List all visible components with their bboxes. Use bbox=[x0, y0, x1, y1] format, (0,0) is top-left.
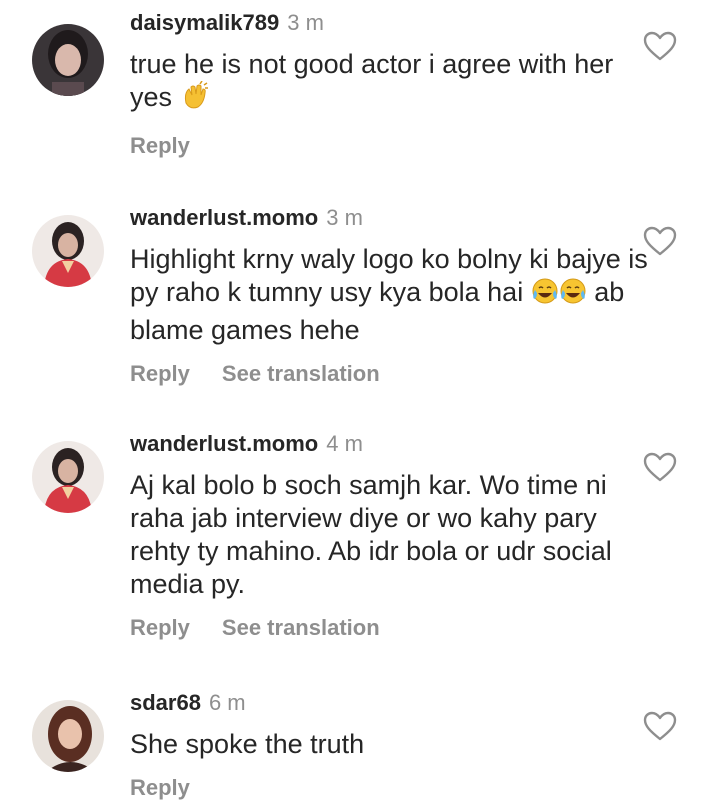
heart-outline-icon[interactable] bbox=[642, 225, 678, 257]
username[interactable]: daisymalik789 bbox=[130, 10, 279, 35]
timestamp: 6 m bbox=[208, 690, 246, 715]
username[interactable]: sdar68 bbox=[130, 690, 201, 715]
comment-text: She spoke the truth bbox=[130, 728, 650, 761]
comment-actions: Reply bbox=[130, 775, 650, 801]
username[interactable]: wanderlust.momo bbox=[130, 205, 318, 230]
comment-text-part: Aj kal bolo b soch samjh kar. Wo time ni… bbox=[130, 470, 612, 599]
comment-actions: Reply See translation bbox=[130, 361, 650, 387]
comment-actions: Reply See translation bbox=[130, 615, 650, 641]
comment-text: Aj kal bolo b soch samjh kar. Wo time ni… bbox=[130, 469, 650, 601]
heart-outline-icon[interactable] bbox=[642, 710, 678, 742]
comment-text-part: She spoke the truth bbox=[130, 729, 365, 759]
tears-of-joy-emoji bbox=[531, 276, 587, 314]
comment-text: Highlight krny waly logo ko bolny ki baj… bbox=[130, 243, 650, 347]
reply-button[interactable]: Reply bbox=[130, 133, 190, 158]
reply-button[interactable]: Reply bbox=[130, 361, 190, 386]
see-translation-button[interactable]: See translation bbox=[222, 615, 380, 640]
avatar[interactable] bbox=[32, 441, 104, 513]
heart-outline-icon[interactable] bbox=[642, 30, 678, 62]
reply-button[interactable]: Reply bbox=[130, 615, 190, 640]
reply-button[interactable]: Reply bbox=[130, 775, 190, 800]
comment-body: daisymalik789 3 m true he is not good act… bbox=[130, 10, 650, 159]
avatar[interactable] bbox=[32, 24, 104, 96]
comment-meta: wanderlust.momo 4 m bbox=[130, 431, 650, 457]
comment-meta: wanderlust.momo 3 m bbox=[130, 205, 650, 231]
timestamp: 4 m bbox=[326, 431, 363, 456]
waving-hands-emoji bbox=[180, 80, 210, 119]
see-translation-button[interactable]: See translation bbox=[222, 361, 380, 386]
username[interactable]: wanderlust.momo bbox=[130, 431, 318, 456]
timestamp: 3 m bbox=[287, 10, 324, 35]
avatar[interactable] bbox=[32, 215, 104, 287]
comment-meta: sdar68 6 m bbox=[130, 690, 650, 716]
comment-meta: daisymalik789 3 m bbox=[130, 10, 650, 36]
comment-body: wanderlust.momo 3 m Highlight krny waly l… bbox=[130, 205, 650, 387]
comment-text: true he is not good actor i agree with h… bbox=[130, 48, 650, 119]
avatar[interactable] bbox=[32, 700, 104, 772]
timestamp: 3 m bbox=[326, 205, 363, 230]
comment-body: wanderlust.momo 4 m Aj kal bolo b soch sa… bbox=[130, 431, 650, 641]
heart-outline-icon[interactable] bbox=[642, 451, 678, 483]
comment-body: sdar68 6 m She spoke the truth Reply bbox=[130, 690, 650, 801]
comment-actions: Reply bbox=[130, 133, 650, 159]
